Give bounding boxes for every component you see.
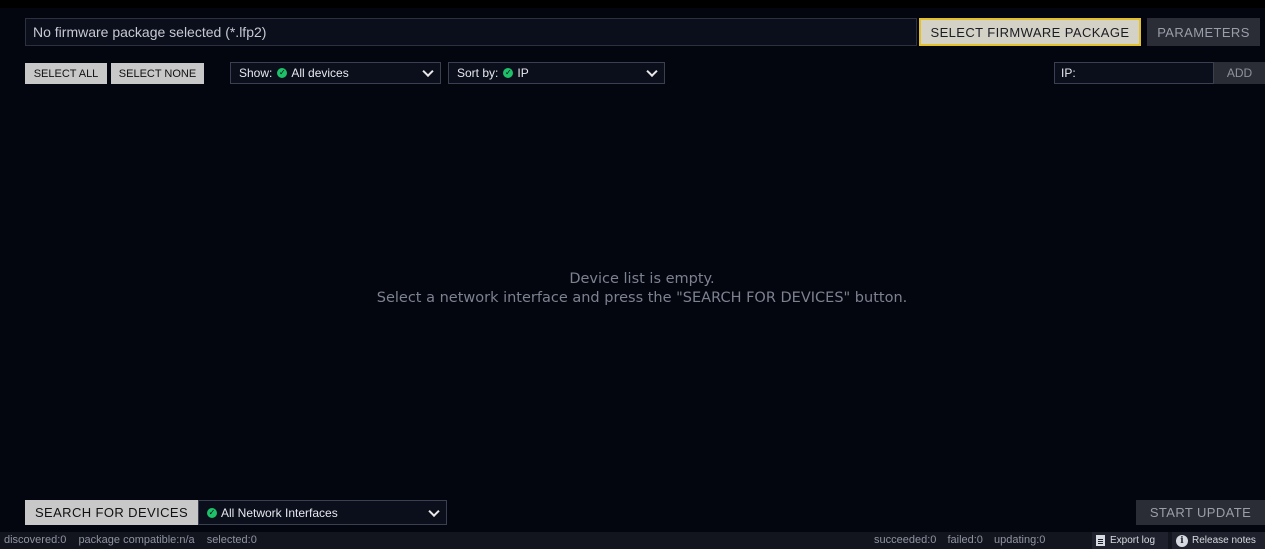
start-update-button[interactable]: START UPDATE bbox=[1136, 500, 1265, 525]
show-value: All devices bbox=[291, 66, 349, 80]
status-left: discovered:0 package compatible:n/a sele… bbox=[4, 532, 266, 549]
check-circle-icon: ✓ bbox=[277, 68, 288, 78]
check-circle-icon: ✓ bbox=[207, 507, 217, 518]
export-log-label: Export log bbox=[1110, 535, 1156, 546]
sort-by-dropdown[interactable]: Sort by: ✓ IP bbox=[448, 62, 665, 84]
firmware-updater-window: No firmware package selected (*.lfp2) SE… bbox=[0, 0, 1265, 549]
chevron-down-icon bbox=[428, 505, 440, 517]
chevron-down-icon bbox=[422, 65, 434, 78]
status-succeeded: succeeded:0 bbox=[874, 534, 937, 546]
status-package-compatible: package compatible:n/a bbox=[78, 534, 195, 546]
select-all-button[interactable]: SELECT ALL bbox=[25, 63, 107, 84]
export-log-button[interactable]: Export log bbox=[1092, 532, 1168, 549]
status-right: succeeded:0 failed:0 updating:0 bbox=[874, 532, 1053, 549]
info-icon: i bbox=[1176, 534, 1188, 547]
sort-value: IP bbox=[517, 66, 529, 80]
status-failed: failed:0 bbox=[947, 534, 983, 546]
status-updating: updating:0 bbox=[994, 534, 1046, 546]
search-for-devices-button[interactable]: SEARCH FOR DEVICES bbox=[25, 500, 198, 525]
show-prefix-label: Show: bbox=[239, 66, 273, 80]
firmware-package-field[interactable]: No firmware package selected (*.lfp2) bbox=[25, 18, 917, 46]
select-firmware-package-button[interactable]: SELECT FIRMWARE PACKAGE bbox=[919, 18, 1141, 46]
document-icon bbox=[1096, 535, 1105, 546]
status-bar: discovered:0 package compatible:n/a sele… bbox=[0, 532, 1265, 549]
parameters-button[interactable]: PARAMETERS bbox=[1147, 18, 1260, 46]
show-filter-dropdown[interactable]: Show: ✓ All devices bbox=[230, 62, 441, 84]
chevron-down-icon bbox=[646, 65, 658, 78]
add-ip-button[interactable]: ADD bbox=[1214, 62, 1265, 84]
status-selected: selected:0 bbox=[206, 534, 257, 546]
device-list-empty-message: Device list is empty. Select a network i… bbox=[0, 270, 1265, 308]
network-interface-dropdown[interactable]: ✓ All Network Interfaces bbox=[198, 500, 447, 525]
release-notes-button[interactable]: i Release notes bbox=[1172, 532, 1265, 549]
empty-message-line2: Select a network interface and press the… bbox=[376, 290, 908, 306]
sort-prefix-label: Sort by: bbox=[457, 66, 499, 80]
interface-value: All Network Interfaces bbox=[221, 505, 338, 520]
status-discovered: discovered:0 bbox=[4, 534, 67, 546]
release-notes-label: Release notes bbox=[1192, 535, 1256, 546]
ip-label: IP: bbox=[1061, 66, 1076, 80]
top-strip bbox=[0, 0, 1265, 8]
select-none-button[interactable]: SELECT NONE bbox=[111, 63, 204, 84]
check-circle-icon: ✓ bbox=[503, 68, 514, 78]
empty-message-line1: Device list is empty. bbox=[569, 271, 715, 287]
ip-input[interactable]: IP: bbox=[1054, 62, 1214, 84]
